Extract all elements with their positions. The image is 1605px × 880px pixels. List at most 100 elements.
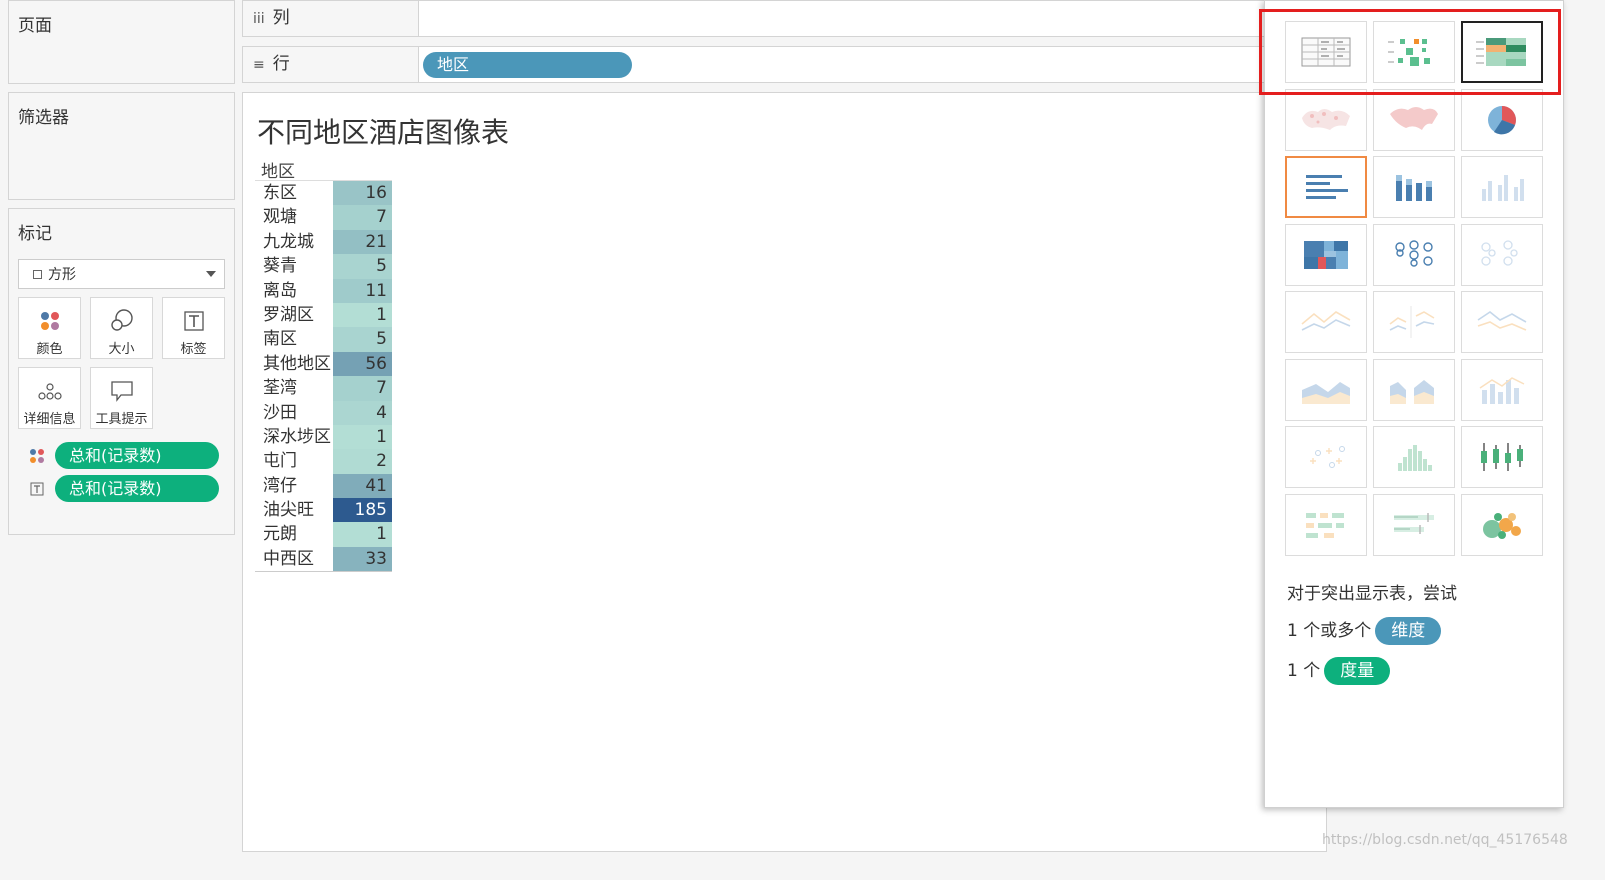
show-me-hint-title: 对于突出显示表，尝试 [1287, 584, 1457, 604]
row-label: 中西区 [263, 548, 314, 569]
columns-shelf-text: 列 [272, 8, 290, 28]
table-row[interactable]: 九龙城 21 [255, 229, 392, 255]
horizontal-bars-icon [1306, 175, 1348, 199]
show-me-tile-box-whisker[interactable] [1461, 426, 1543, 488]
value-cell[interactable]: 11 [333, 278, 392, 303]
rows-shelf[interactable]: ≡ 行 地区 [242, 46, 1327, 83]
marks-color-label: 颜色 [36, 342, 63, 357]
value-cell[interactable]: 5 [333, 327, 392, 352]
show-me-tile-discrete-lines[interactable] [1373, 291, 1455, 353]
filters-card[interactable]: 筛选器 [8, 92, 235, 200]
row-label: 油尖旺 [263, 500, 314, 521]
show-me-tile-discrete-area[interactable] [1373, 358, 1455, 421]
text-label-icon [30, 482, 44, 496]
show-me-tile-filled-map[interactable] [1373, 88, 1455, 151]
value-cell[interactable]: 1 [333, 424, 392, 450]
marks-card-title: 标记 [18, 224, 52, 244]
table-row[interactable]: 葵青 5 [255, 254, 392, 279]
table-row[interactable]: 油尖旺 185 [255, 498, 392, 523]
show-me-tile-symbol-map[interactable] [1285, 88, 1367, 151]
worksheet-title: 不同地区酒店图像表 [257, 116, 510, 149]
show-me-tile-histogram[interactable] [1373, 426, 1455, 488]
show-me-tile-continuous-lines[interactable] [1285, 291, 1367, 353]
table-row[interactable]: 沙田 4 [255, 400, 392, 425]
value-cell[interactable]: 16 [333, 181, 392, 206]
row-label: 观塘 [263, 207, 297, 228]
value-cell[interactable]: 185 [333, 498, 392, 523]
filled-map-icon [1390, 106, 1438, 130]
columns-shelf-label: iii 列 [243, 1, 419, 36]
table-row[interactable]: 东区 16 [255, 181, 392, 206]
show-me-tile-highlight-table[interactable] [1461, 21, 1543, 83]
marks-card: 标记 方形 颜色 大小 标签 详细信息 工具提示 总和(记录数) 总和(记录数) [8, 208, 235, 535]
marks-size-button[interactable]: 大小 [90, 297, 153, 359]
marks-size-label: 大小 [108, 342, 135, 357]
marks-label-button[interactable]: 标签 [162, 297, 225, 359]
value-cell[interactable]: 41 [333, 473, 392, 499]
watermark-text: https://blog.csdn.net/qq_45176548 [1322, 832, 1568, 848]
pages-card-title: 页面 [18, 16, 52, 36]
size-circles-icon [110, 309, 133, 331]
table-row[interactable]: 深水埗区 1 [255, 424, 392, 450]
show-me-tile-circle-views[interactable] [1373, 223, 1455, 286]
symbol-map-icon [1302, 108, 1350, 130]
table-row[interactable]: 元朗 1 [255, 522, 392, 547]
show-me-panel: 对于突出显示表，尝试 1 个或多个 维度 1 个度量 [1259, 0, 1564, 808]
table-row[interactable]: 观塘 7 [255, 205, 392, 230]
value-cell[interactable]: 1 [333, 302, 392, 328]
table-row[interactable]: 离岛 11 [255, 278, 392, 303]
show-me-tile-text-table[interactable] [1285, 21, 1367, 83]
show-me-tile-dual-combination[interactable] [1461, 358, 1543, 421]
show-me-tile-packed-bubbles[interactable] [1461, 493, 1543, 556]
marks-color-button[interactable]: 颜色 [18, 297, 81, 359]
detail-dots-icon [37, 383, 62, 400]
marks-detail-button[interactable]: 详细信息 [18, 367, 81, 429]
show-me-tile-bullet-graph[interactable] [1373, 493, 1455, 556]
table-row[interactable]: 屯门 2 [255, 449, 392, 474]
show-me-tile-heat-map[interactable] [1373, 21, 1455, 83]
row-label: 湾仔 [263, 475, 297, 496]
value-cell[interactable]: 5 [333, 254, 392, 279]
show-me-tile-stacked-bars[interactable] [1373, 156, 1455, 218]
show-me-tile-side-by-side-bars[interactable] [1461, 156, 1543, 218]
hint-measures-text: 1 个 [1287, 661, 1321, 681]
value-cell[interactable]: 56 [333, 351, 392, 377]
value-cell[interactable]: 2 [333, 449, 392, 474]
marks-tooltip-button[interactable]: 工具提示 [90, 367, 153, 429]
label-measure-pill[interactable]: 总和(记录数) [55, 475, 219, 502]
show-me-tile-pie-chart[interactable] [1461, 88, 1543, 151]
columns-shelf[interactable]: iii 列 [242, 0, 1327, 37]
row-label: 元朗 [263, 524, 297, 545]
region-dimension-pill[interactable]: 地区 [423, 52, 632, 78]
table-row[interactable]: 南区 5 [255, 327, 392, 352]
filters-card-title: 筛选器 [18, 108, 69, 128]
color-measure-pill[interactable]: 总和(记录数) [55, 442, 219, 469]
value-cell[interactable]: 4 [333, 400, 392, 425]
table-row[interactable]: 其他地区 56 [255, 351, 392, 377]
show-me-tile-gantt-chart[interactable] [1285, 493, 1367, 556]
show-me-hint-measures: 1 个度量 [1287, 657, 1391, 685]
row-label: 九龙城 [263, 231, 314, 252]
scatter-plot-icon [1310, 446, 1345, 468]
value-cell[interactable]: 7 [333, 205, 392, 230]
show-me-tile-horizontal-bars[interactable] [1285, 156, 1367, 218]
value-cell[interactable]: 1 [333, 522, 392, 547]
value-cell[interactable]: 7 [333, 376, 392, 401]
table-row[interactable]: 罗湖区 1 [255, 302, 392, 328]
mark-type-dropdown[interactable]: 方形 [18, 259, 225, 289]
row-label: 南区 [263, 329, 297, 350]
table-row[interactable]: 湾仔 41 [255, 473, 392, 499]
pages-card[interactable]: 页面 [8, 0, 235, 84]
show-me-tile-dual-lines[interactable] [1461, 291, 1543, 353]
value-cell[interactable]: 33 [333, 546, 392, 572]
marks-label-label: 标签 [180, 342, 207, 357]
show-me-tile-scatter-plot[interactable] [1285, 426, 1367, 488]
highlight-table: 东区 16 观塘 7 九龙城 21 葵青 5 离岛 11 罗湖区 1 南区 5 其他地区 56 荃湾 7 沙田 4 深水… [255, 180, 392, 572]
table-row[interactable]: 中西区 33 [255, 546, 392, 572]
show-me-tile-treemap[interactable] [1285, 223, 1367, 286]
circle-views-icon [1395, 239, 1433, 267]
table-row[interactable]: 荃湾 7 [255, 376, 392, 401]
show-me-tile-continuous-area[interactable] [1285, 358, 1367, 421]
value-cell[interactable]: 21 [333, 229, 392, 255]
show-me-tile-side-by-side-circles[interactable] [1461, 223, 1543, 286]
